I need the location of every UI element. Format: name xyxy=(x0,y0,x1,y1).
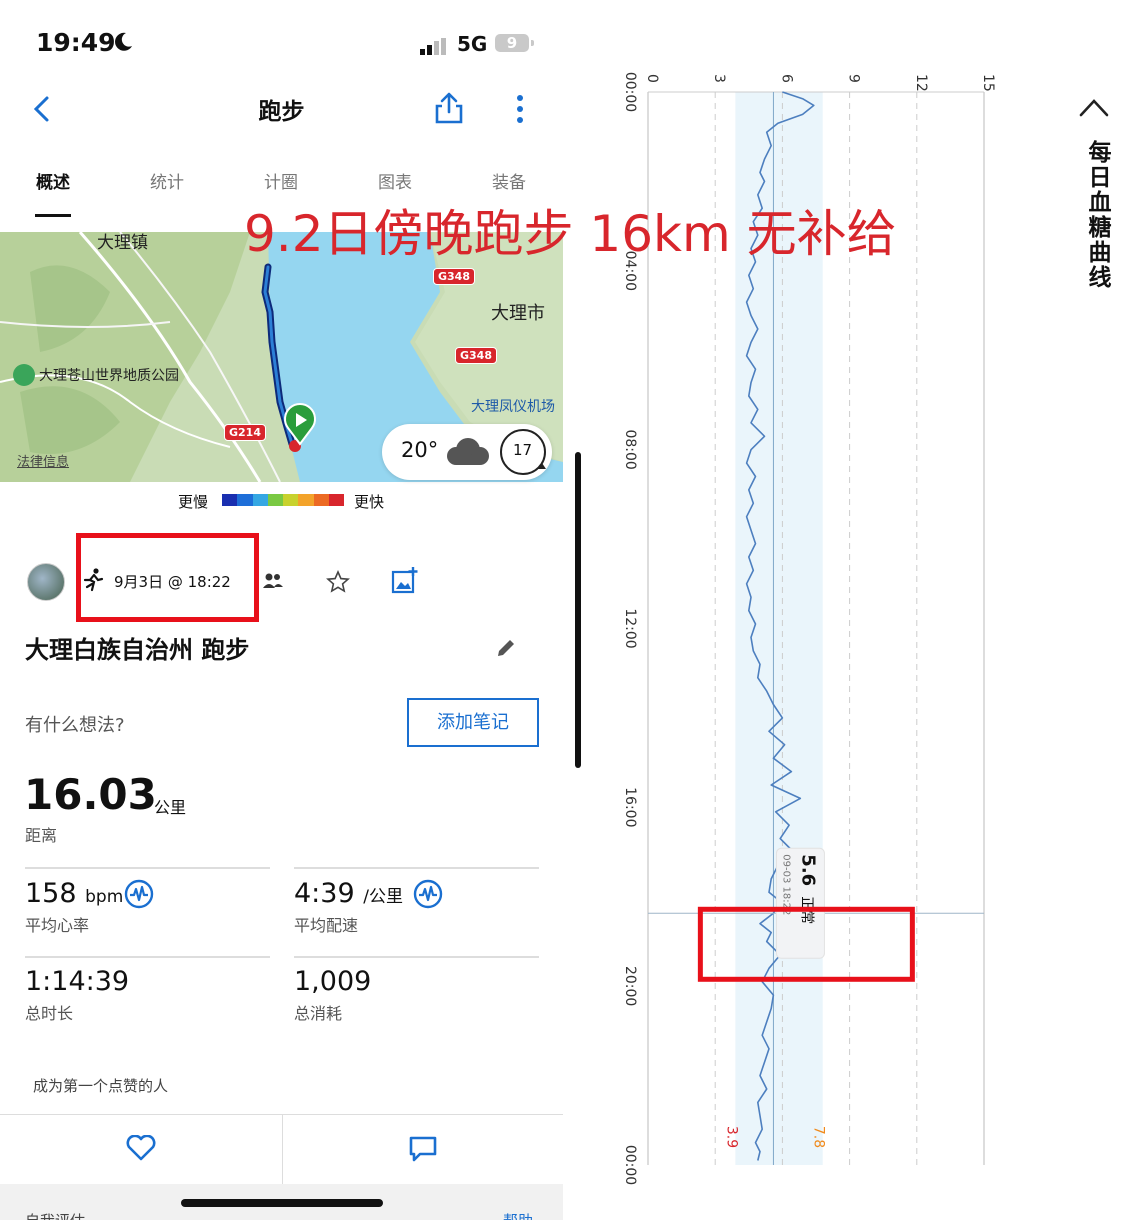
heart-rate-unit: bpm xyxy=(85,887,124,907)
time-tick-label: 08:00 xyxy=(622,429,638,469)
pace-color-1 xyxy=(222,494,238,506)
pace-stat: 4:39 /公里 xyxy=(294,878,403,909)
duration-value: 1:14:39 xyxy=(25,966,130,997)
tab-charts[interactable]: 图表 xyxy=(355,168,435,193)
add-note-button[interactable]: 添加笔记 xyxy=(407,698,539,747)
value-tick-label: 12 xyxy=(913,74,929,92)
map-label-town: 大理镇 xyxy=(97,233,148,253)
distance-value: 16.03 xyxy=(24,770,157,819)
park-icon xyxy=(13,364,35,386)
home-indicator xyxy=(181,1199,383,1207)
value-tick-label: 0 xyxy=(644,74,660,83)
network-label: 5G xyxy=(457,32,488,56)
pace-color-7 xyxy=(313,494,329,506)
chart-title: 每日血糖曲线 xyxy=(1084,140,1110,290)
weather-pill: 20° 17 xyxy=(382,424,552,480)
collapse-chevron-icon[interactable] xyxy=(1078,96,1110,118)
pace-chart-icon[interactable] xyxy=(413,879,443,909)
road-badge-g348-north: G348 xyxy=(433,268,475,285)
thought-prompt[interactable]: 有什么想法? xyxy=(25,711,125,737)
overlay-annotation: 9.2日傍晚跑步 16km 无补给 xyxy=(244,205,897,263)
time-tick-label: 16:00 xyxy=(622,787,638,827)
battery-icon: 9 xyxy=(495,34,534,52)
duration-label: 总时长 xyxy=(25,1004,74,1023)
group-icon[interactable] xyxy=(262,572,284,590)
divider xyxy=(294,956,539,958)
more-menu-icon[interactable] xyxy=(514,94,526,124)
tab-stats[interactable]: 统计 xyxy=(127,168,207,193)
time-tick-label: 00:00 xyxy=(622,72,638,112)
tab-active-indicator xyxy=(35,214,71,217)
page-title: 跑步 xyxy=(258,99,305,125)
divider xyxy=(25,867,270,869)
comment-icon[interactable] xyxy=(408,1135,438,1163)
pace-label: 平均配速 xyxy=(294,916,359,935)
high-threshold-label: 7.8 xyxy=(811,1126,827,1148)
pace-color-2 xyxy=(237,494,253,506)
value-tick-label: 9 xyxy=(846,74,862,83)
pace-legend-bar xyxy=(222,494,344,506)
edit-pencil-icon[interactable] xyxy=(495,637,517,659)
low-threshold-label: 3.9 xyxy=(723,1126,739,1148)
activity-screen: 19:49 5G 9 跑步 概述 统计 计圈 图表 装备 大理镇 大理市 大理苍… xyxy=(0,0,563,1220)
calories-value: 1,009 xyxy=(294,966,372,997)
start-marker-icon xyxy=(284,403,316,446)
road-badge-g214: G214 xyxy=(224,424,266,441)
activity-title: 大理白族自治州 跑步 xyxy=(25,636,250,664)
time-tick-label: 00:00 xyxy=(622,1145,638,1185)
pace-color-5 xyxy=(283,494,299,506)
pace-legend-fast: 更快 xyxy=(354,493,385,511)
heart-like-icon[interactable] xyxy=(126,1135,156,1161)
map-label-city: 大理市 xyxy=(491,303,545,324)
signal-icon xyxy=(420,36,448,55)
wind-speed: 17 xyxy=(513,441,533,459)
tab-laps[interactable]: 计圈 xyxy=(241,168,321,193)
avatar[interactable] xyxy=(27,563,65,601)
map-label-park-text: 大理苍山世界地质公园 xyxy=(39,368,179,384)
cloud-icon xyxy=(447,438,489,465)
action-bar-divider xyxy=(282,1114,283,1184)
heart-rate-value: 158 xyxy=(25,878,77,909)
road-badge-g348-south: G348 xyxy=(455,347,497,364)
star-icon[interactable] xyxy=(326,570,350,594)
status-time: 19:49 xyxy=(36,28,116,57)
divider xyxy=(294,867,539,869)
pace-color-8 xyxy=(328,494,344,506)
time-tick-label: 20:00 xyxy=(622,966,638,1006)
heart-rate-label: 平均心率 xyxy=(25,916,90,935)
map-label-park: 大理苍山世界地质公园 xyxy=(13,364,179,386)
pace-legend-slow: 更慢 xyxy=(178,493,209,511)
heart-rate-stat: 158 bpm xyxy=(25,878,123,909)
tab-overview[interactable]: 概述 xyxy=(13,168,93,193)
help-link[interactable]: 帮助 xyxy=(503,1210,533,1220)
add-photo-icon[interactable] xyxy=(391,566,419,594)
divider xyxy=(25,956,270,958)
moon-icon xyxy=(115,32,132,51)
pace-value: 4:39 xyxy=(294,878,355,909)
heart-rate-chart-icon[interactable] xyxy=(124,879,154,909)
tooltip-value: 5.6 xyxy=(797,854,818,886)
pace-color-4 xyxy=(267,494,283,506)
value-tick-label: 3 xyxy=(711,74,727,83)
calories-label: 总消耗 xyxy=(294,1004,343,1023)
pace-color-3 xyxy=(252,494,268,506)
tooltip-time: 09-03 18:22 xyxy=(780,854,791,915)
distance-label: 距离 xyxy=(25,826,58,845)
value-tick-label: 6 xyxy=(778,74,794,83)
pace-unit: /公里 xyxy=(363,887,403,907)
time-tick-label: 12:00 xyxy=(622,608,638,648)
tab-gear[interactable]: 装备 xyxy=(469,168,549,193)
highlight-box-datetime xyxy=(76,533,259,622)
scroll-indicator[interactable] xyxy=(575,452,581,768)
weather-temperature: 20° xyxy=(401,438,439,462)
self-evaluation-label: 自我评估 xyxy=(25,1210,85,1220)
map-legal-link[interactable]: 法律信息 xyxy=(17,451,69,470)
pace-color-6 xyxy=(298,494,314,506)
like-prompt: 成为第一个点赞的人 xyxy=(33,1077,169,1095)
share-icon[interactable] xyxy=(434,91,464,125)
map-label-airport: 大理凤仪机场 xyxy=(471,399,555,415)
distance-unit: 公里 xyxy=(154,798,187,817)
value-tick-label: 15 xyxy=(980,74,996,92)
